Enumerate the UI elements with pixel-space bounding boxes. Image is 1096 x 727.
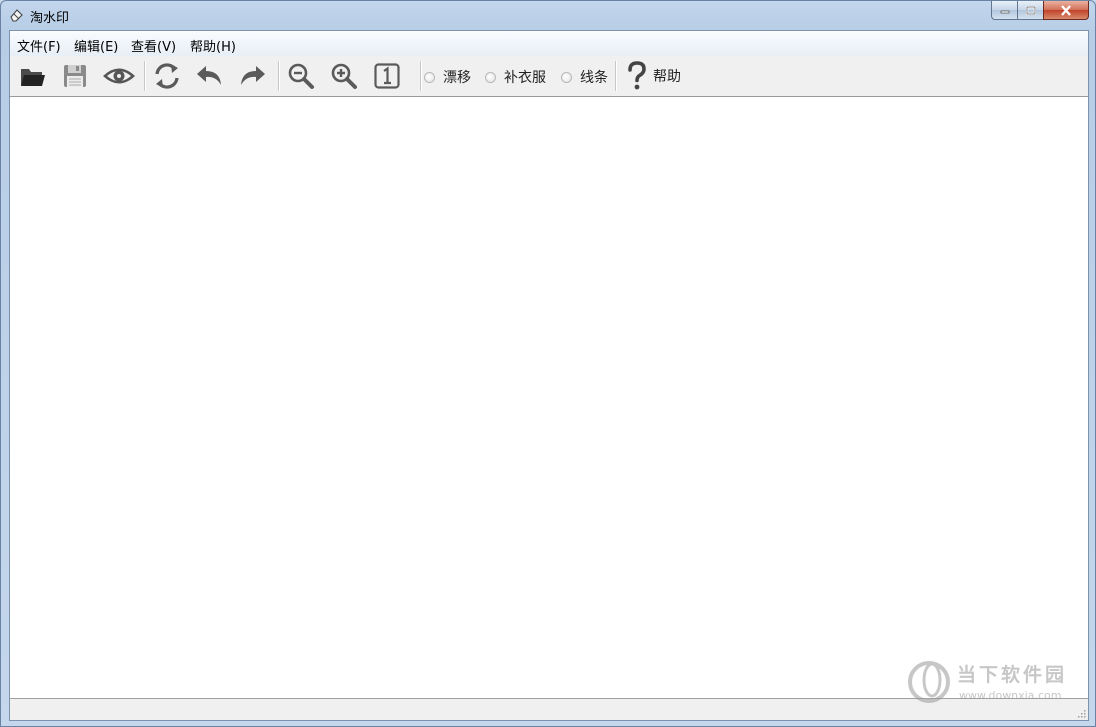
help-label: 帮助 (653, 69, 681, 85)
maximize-icon (1025, 5, 1036, 15)
open-button[interactable] (16, 60, 48, 92)
save-button[interactable] (59, 60, 91, 92)
actual-size-button[interactable] (371, 60, 403, 92)
close-button[interactable] (1043, 1, 1089, 20)
maximize-button[interactable] (1017, 1, 1043, 20)
open-folder-icon (21, 69, 45, 86)
title-bar[interactable]: 淘水印 (1, 1, 1095, 29)
radio-button[interactable] (485, 71, 496, 83)
preview-button[interactable] (102, 60, 136, 92)
undo-button[interactable] (194, 60, 226, 92)
menu-file[interactable]: 文件(F) (17, 36, 61, 55)
zoom-in-icon (331, 63, 357, 89)
redo-button[interactable] (236, 60, 268, 92)
menu-help[interactable]: 帮助(H) (190, 36, 236, 55)
resize-grip-icon[interactable] (1076, 708, 1086, 718)
mode-patch-option[interactable]: 补衣服 (485, 67, 546, 87)
refresh-icon (155, 63, 179, 89)
radio-button[interactable] (561, 71, 572, 83)
close-icon (1061, 4, 1071, 16)
refresh-button[interactable] (151, 60, 183, 92)
watermark-url: www.downxia.com (959, 689, 1062, 702)
window-title: 淘水印 (30, 11, 70, 26)
toolbar: 漂移 补衣服 线条 帮助 (10, 56, 1088, 97)
minimize-button[interactable] (991, 1, 1017, 20)
site-logo-icon (908, 661, 950, 703)
client-area: 文件(F) 编辑(E) 查看(V) 帮助(H) 漂移 补衣服 线条 帮助 (9, 30, 1089, 721)
watermark-site-name: 当下软件园 (957, 664, 1068, 686)
minimize-icon (1000, 10, 1009, 14)
mode-drift-option[interactable]: 漂移 (424, 67, 471, 87)
help-button[interactable]: 帮助 (627, 61, 681, 91)
menu-bar: 文件(F) 编辑(E) 查看(V) 帮助(H) (10, 31, 1088, 57)
eraser-app-icon (10, 9, 23, 22)
menu-view[interactable]: 查看(V) (131, 36, 176, 55)
toolbar-separator (144, 61, 146, 91)
actual-size-icon (374, 63, 400, 89)
toolbar-separator (420, 61, 422, 91)
save-disk-icon (64, 65, 86, 87)
app-window: 淘水印 文件(F) 编辑(E) 查看(V) 帮助(H) 漂移 补衣服 线条 帮助 (0, 0, 1096, 727)
preview-eye-icon (103, 68, 135, 84)
toolbar-separator (278, 61, 280, 91)
zoom-out-icon (288, 63, 314, 89)
zoom-out-button[interactable] (285, 60, 317, 92)
radio-button[interactable] (424, 71, 435, 83)
site-watermark: 当下软件园 www.downxia.com (907, 656, 1077, 706)
undo-icon (197, 66, 221, 85)
mode-label: 补衣服 (504, 70, 546, 86)
image-canvas[interactable] (10, 97, 1088, 699)
mode-label: 漂移 (443, 70, 471, 86)
zoom-in-button[interactable] (328, 60, 360, 92)
caption-buttons (991, 1, 1089, 21)
mode-line-option[interactable]: 线条 (561, 67, 608, 87)
menu-edit[interactable]: 编辑(E) (74, 36, 118, 55)
mode-label: 线条 (580, 70, 608, 86)
toolbar-separator (615, 61, 617, 91)
question-mark-icon (628, 61, 646, 90)
redo-icon (241, 66, 265, 85)
